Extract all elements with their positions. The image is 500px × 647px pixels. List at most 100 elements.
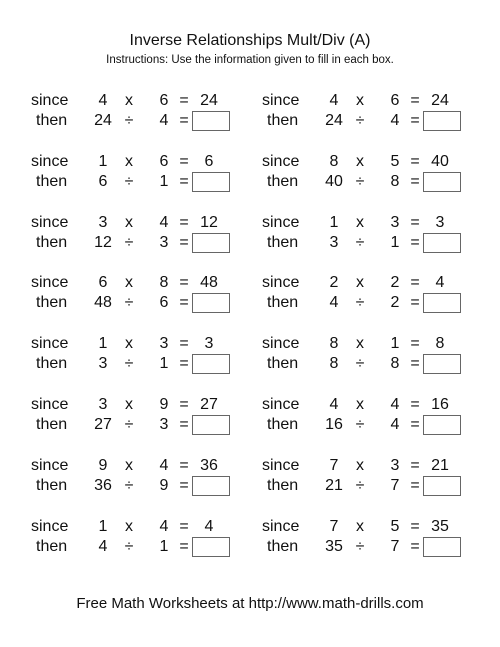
product: 16 — [431, 396, 449, 413]
factor-b: 9 — [159, 396, 169, 413]
answer-box[interactable] — [423, 536, 461, 557]
factor-a: 6 — [98, 274, 108, 292]
answer-box[interactable] — [192, 354, 230, 375]
equals-sign: = — [179, 172, 189, 190]
divisor: 9 — [159, 476, 169, 494]
since-row: since 8 x 1 = 8 — [262, 333, 472, 354]
factor-a: 4 — [329, 396, 339, 413]
since-label: since — [262, 396, 300, 413]
since-label: since — [31, 456, 69, 474]
product: 48 — [200, 274, 218, 292]
since-label: since — [31, 517, 69, 535]
answer-box[interactable] — [423, 354, 461, 375]
answer-box[interactable] — [192, 171, 230, 192]
since-label: since — [262, 152, 300, 170]
then-label: then — [267, 355, 299, 373]
divide-sign: ÷ — [355, 172, 365, 190]
product: 8 — [435, 335, 445, 353]
problem: since 3 x 4 = 12 then 12 ÷ 3 = — [31, 212, 241, 258]
divide-sign: ÷ — [355, 112, 365, 129]
then-label: then — [36, 416, 68, 433]
factor-a: 8 — [329, 152, 339, 170]
divisor: 3 — [159, 233, 169, 251]
since-row: since 3 x 4 = 12 — [31, 212, 241, 233]
factor-a: 2 — [329, 274, 339, 292]
equals-sign: = — [179, 355, 189, 373]
divide-sign: ÷ — [124, 112, 134, 129]
then-label: then — [267, 476, 299, 494]
equals-sign: = — [179, 416, 189, 433]
then-label: then — [36, 355, 68, 373]
divisor: 1 — [159, 172, 169, 190]
equals-sign: = — [410, 112, 420, 129]
times-sign: x — [356, 213, 364, 231]
divide-sign: ÷ — [124, 476, 134, 494]
factor-b: 3 — [159, 335, 169, 353]
product: 12 — [200, 213, 218, 231]
divisor: 7 — [390, 537, 400, 555]
then-row: then 8 ÷ 8 = — [262, 353, 472, 375]
since-label: since — [31, 396, 69, 413]
equals-sign: = — [410, 233, 420, 251]
times-sign: x — [356, 92, 364, 109]
divide-sign: ÷ — [124, 416, 134, 433]
divisor: 8 — [390, 172, 400, 190]
answer-box[interactable] — [192, 111, 230, 131]
then-label: then — [267, 172, 299, 190]
equals-sign: = — [410, 537, 420, 555]
since-row: since 4 x 6 = 24 — [262, 90, 472, 111]
divisor: 4 — [390, 112, 400, 129]
since-row: since 8 x 5 = 40 — [262, 151, 472, 172]
answer-box[interactable] — [423, 171, 461, 192]
since-row: since 9 x 4 = 36 — [31, 455, 241, 476]
equals-sign: = — [410, 294, 420, 312]
answer-box[interactable] — [192, 475, 230, 496]
then-row: then 40 ÷ 8 = — [262, 171, 472, 192]
equals-sign: = — [179, 112, 189, 129]
times-sign: x — [356, 396, 364, 413]
product: 21 — [431, 456, 449, 474]
then-row: then 35 ÷ 7 = — [262, 536, 472, 557]
since-label: since — [262, 335, 300, 353]
product: 40 — [431, 152, 449, 170]
answer-box[interactable] — [192, 293, 230, 314]
dividend: 3 — [98, 355, 108, 373]
equals-sign: = — [410, 355, 420, 373]
dividend: 27 — [94, 416, 112, 433]
since-label: since — [31, 92, 69, 109]
divide-sign: ÷ — [124, 172, 134, 190]
answer-box[interactable] — [192, 232, 230, 253]
answer-box[interactable] — [423, 475, 461, 496]
product: 27 — [200, 396, 218, 413]
answer-box[interactable] — [423, 415, 461, 435]
times-sign: x — [356, 274, 364, 292]
then-row: then 3 ÷ 1 = — [262, 232, 472, 253]
answer-box[interactable] — [192, 536, 230, 557]
since-label: since — [262, 517, 300, 535]
answer-box[interactable] — [423, 293, 461, 314]
since-row: since 3 x 9 = 27 — [31, 394, 241, 415]
factor-a: 4 — [329, 92, 339, 109]
answer-box[interactable] — [423, 232, 461, 253]
factor-b: 4 — [159, 213, 169, 231]
then-row: then 16 ÷ 4 = — [262, 414, 472, 435]
answer-box[interactable] — [423, 111, 461, 131]
since-label: since — [262, 456, 300, 474]
answer-box[interactable] — [192, 415, 230, 435]
since-row: since 7 x 3 = 21 — [262, 455, 472, 476]
then-label: then — [36, 112, 68, 129]
since-label: since — [31, 213, 69, 231]
then-label: then — [36, 476, 68, 494]
dividend: 48 — [94, 294, 112, 312]
problem: since 3 x 9 = 27 then 27 ÷ 3 = — [31, 394, 241, 440]
divisor: 1 — [390, 233, 400, 251]
dividend: 24 — [94, 112, 112, 129]
problem: since 1 x 3 = 3 then 3 ÷ 1 = — [262, 212, 472, 258]
since-row: since 1 x 4 = 4 — [31, 516, 241, 537]
equals-sign: = — [410, 416, 420, 433]
divisor: 8 — [390, 355, 400, 373]
factor-a: 9 — [98, 456, 108, 474]
problem: since 1 x 6 = 6 then 6 ÷ 1 = — [31, 151, 241, 197]
since-label: since — [31, 274, 69, 292]
problem: since 9 x 4 = 36 then 36 ÷ 9 = — [31, 455, 241, 501]
